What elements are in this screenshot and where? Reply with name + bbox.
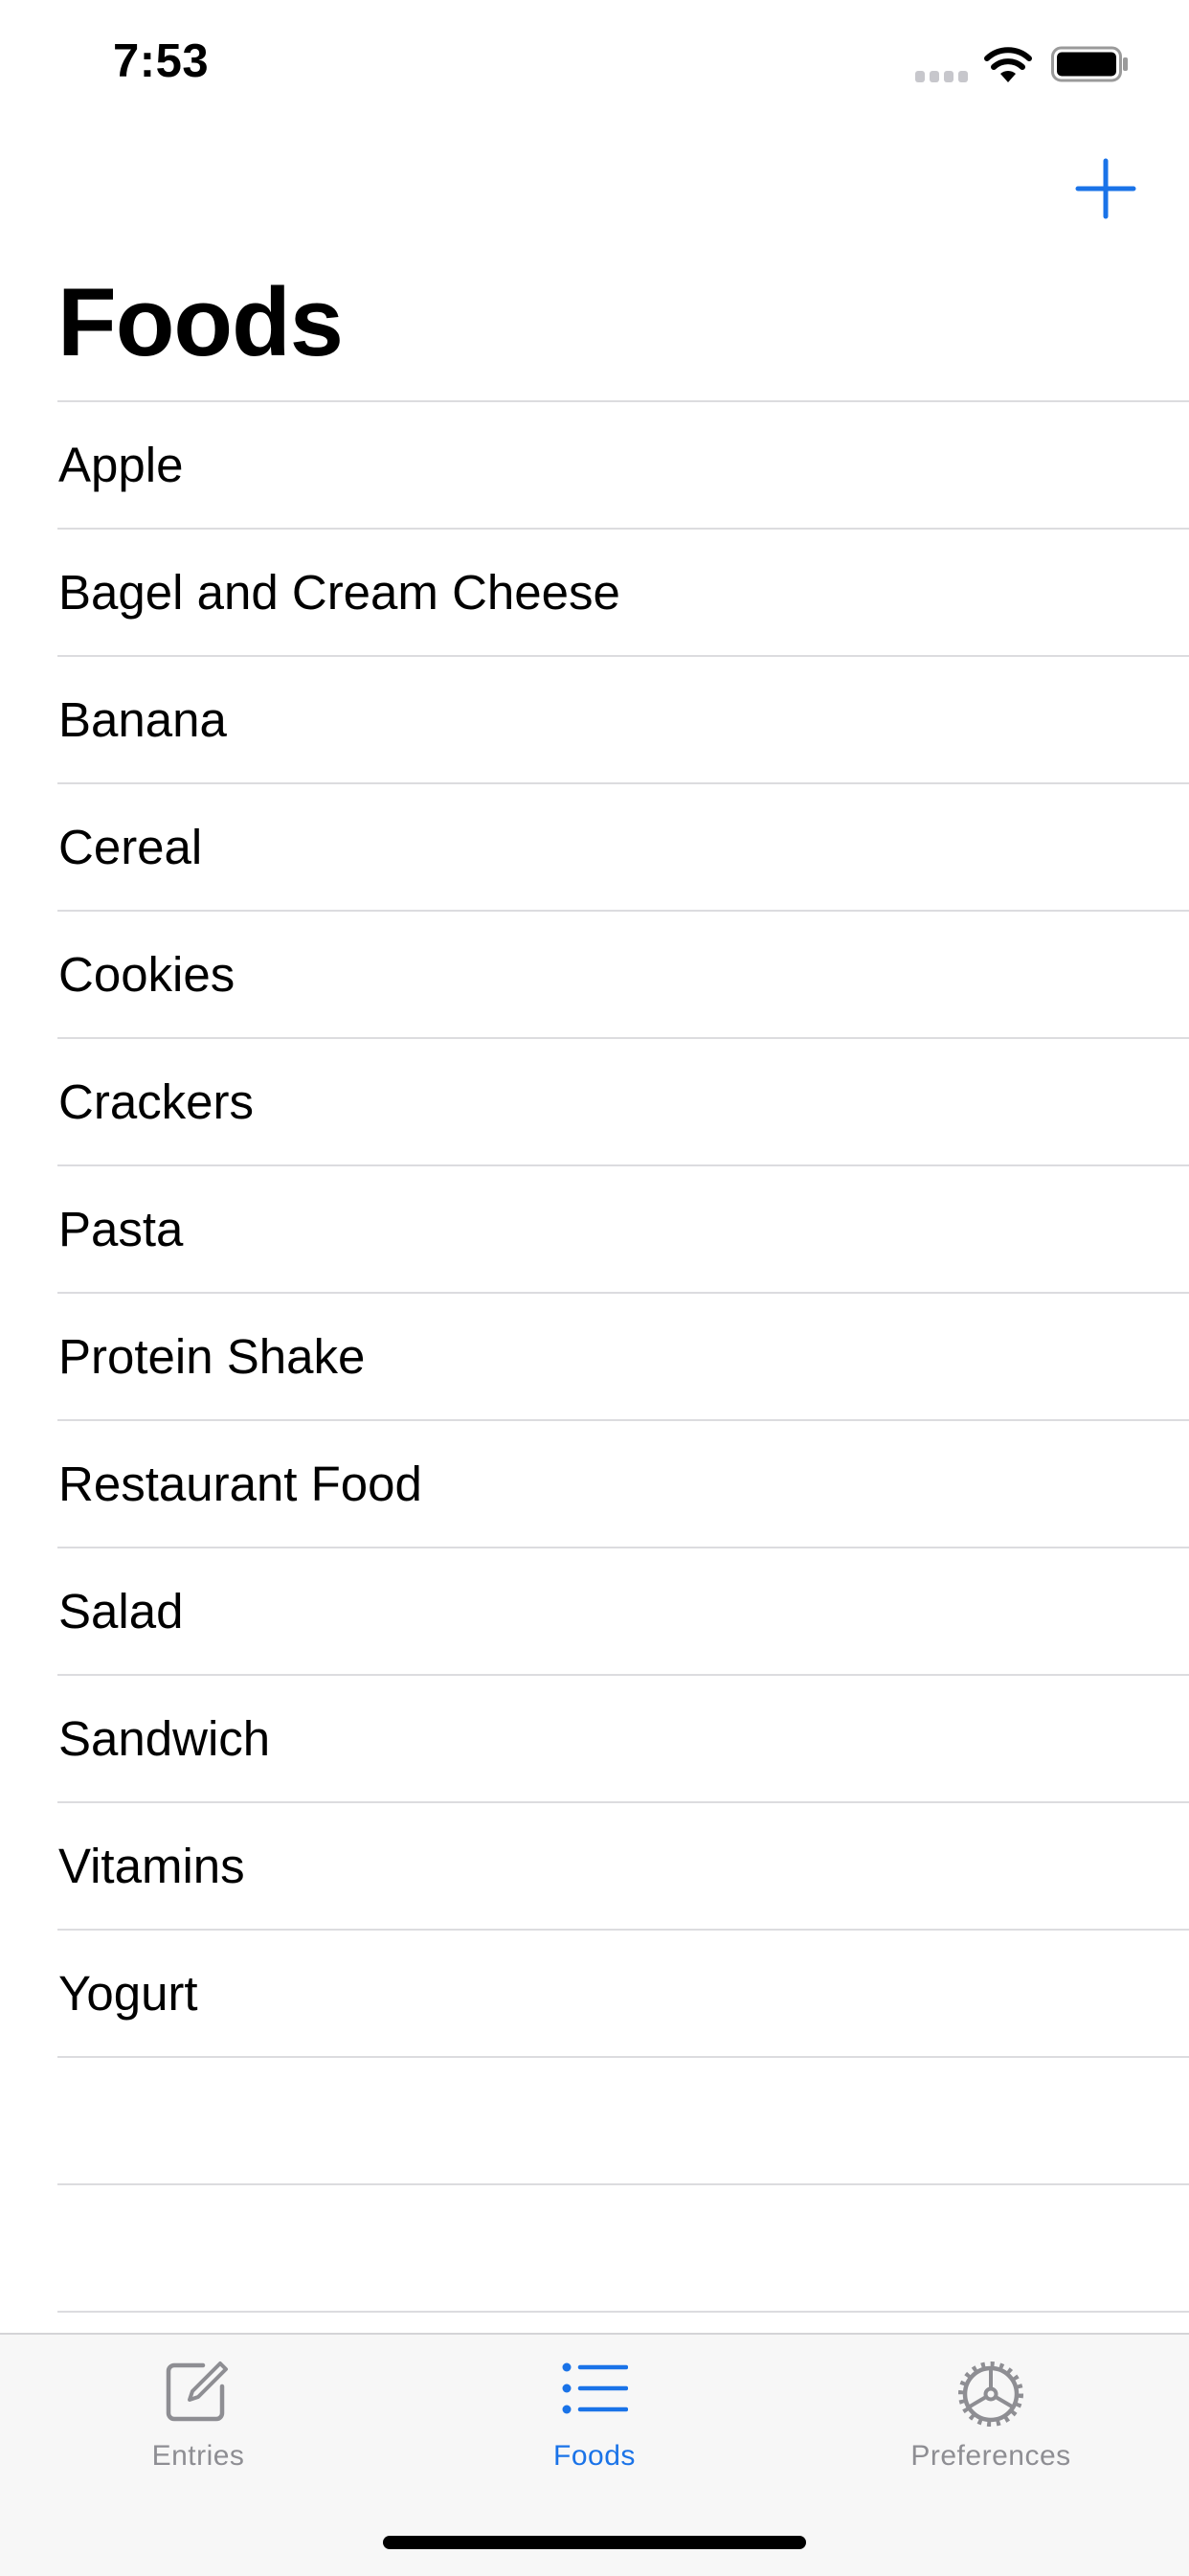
compose-icon <box>166 2361 228 2422</box>
tab-preferences[interactable]: Preferences <box>793 2335 1189 2494</box>
list-item[interactable]: Pasta <box>0 1166 1189 1294</box>
list-item-label: Sandwich <box>58 1711 271 1766</box>
list-item[interactable]: Bagel and Cream Cheese <box>0 530 1189 657</box>
list-item-label: Cookies <box>58 947 236 1002</box>
list-item[interactable]: Apple <box>0 402 1189 530</box>
battery-icon <box>1051 46 1128 82</box>
list-item[interactable]: Banana <box>0 657 1189 784</box>
list-item-label: Vitamins <box>58 1839 245 1893</box>
tab-entries[interactable]: Entries <box>0 2335 396 2494</box>
list-item-label: Protein Shake <box>58 1329 366 1384</box>
list-item[interactable]: Yogurt <box>0 1931 1189 2058</box>
list-item-label: Salad <box>58 1584 184 1638</box>
wifi-icon <box>984 47 1032 82</box>
list-item[interactable]: Crackers <box>0 1039 1189 1166</box>
list-item[interactable]: Protein Shake <box>0 1294 1189 1421</box>
status-time: 7:53 <box>113 35 210 87</box>
tab-label: Entries <box>151 2440 245 2472</box>
list-item-label: Restaurant Food <box>58 1457 422 1511</box>
list-item-label: Crackers <box>58 1074 255 1129</box>
list-item[interactable]: Cookies <box>0 912 1189 1039</box>
list-item[interactable]: Cereal <box>0 784 1189 912</box>
status-bar: 7:53 <box>0 0 1189 126</box>
home-indicator[interactable] <box>383 2536 806 2549</box>
cellular-signal-icon <box>915 71 971 82</box>
empty-list-row <box>0 2185 1189 2313</box>
list-item[interactable]: Salad <box>0 1548 1189 1676</box>
list-item-label: Apple <box>58 438 184 492</box>
gear-icon <box>958 2361 1023 2427</box>
add-food-button[interactable] <box>1070 153 1141 224</box>
list-item[interactable]: Restaurant Food <box>0 1421 1189 1548</box>
tab-foods[interactable]: Foods <box>396 2335 793 2494</box>
page-title: Foods <box>57 269 344 376</box>
list-item-label: Pasta <box>58 1202 184 1256</box>
list-icon <box>562 2362 628 2414</box>
tab-label: Foods <box>553 2440 636 2472</box>
list-item[interactable]: Sandwich <box>0 1676 1189 1803</box>
list-item-label: Banana <box>58 692 227 747</box>
list-item-label: Cereal <box>58 820 203 874</box>
list-item-label: Bagel and Cream Cheese <box>58 565 620 620</box>
plus-icon <box>1075 158 1136 219</box>
foods-list: Apple Bagel and Cream Cheese Banana Cere… <box>0 400 1189 2313</box>
empty-list-row <box>0 2058 1189 2185</box>
list-item-label: Yogurt <box>58 1966 198 2021</box>
tab-label: Preferences <box>910 2440 1071 2472</box>
list-item[interactable]: Vitamins <box>0 1803 1189 1931</box>
navigation-bar <box>0 126 1189 270</box>
